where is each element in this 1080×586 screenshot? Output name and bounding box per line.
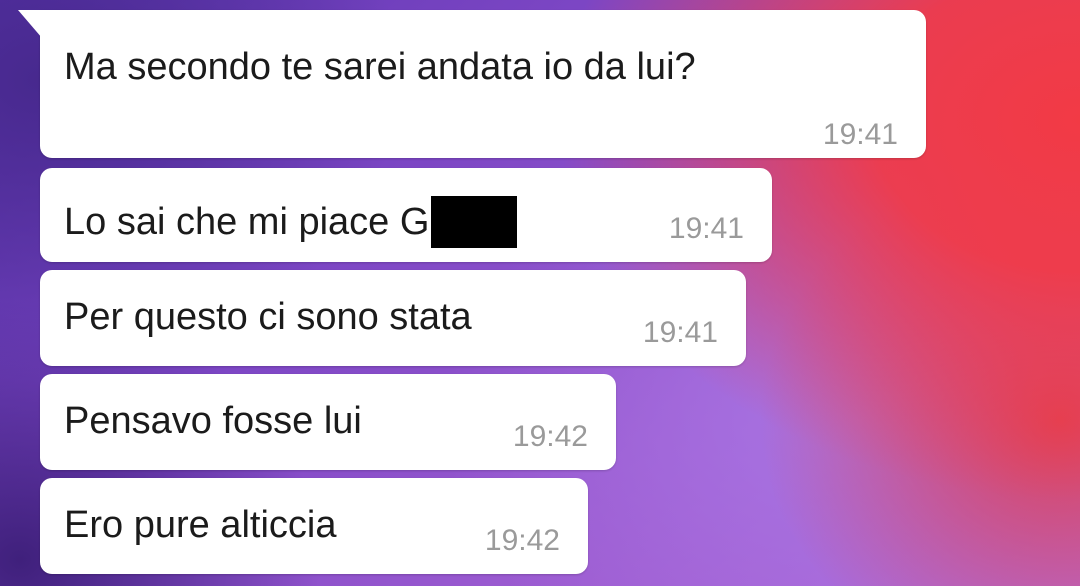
message-text: Lo sai che mi piace G [64,196,518,248]
message-timestamp: 19:41 [642,316,718,349]
message-text: Pensavo fosse lui [64,400,362,442]
message-text: Ma secondo te sarei andata io da lui? [64,46,696,88]
message-timestamp: 19:41 [668,212,744,245]
message-bubble[interactable]: Lo sai che mi piace G 19:41 [40,168,772,262]
message-bubble[interactable]: Pensavo fosse lui 19:42 [40,374,616,470]
chat-conversation: Ma secondo te sarei andata io da lui? 19… [0,0,1080,586]
bubble-tail [18,10,42,38]
message-timestamp: 19:42 [512,420,588,453]
redaction-box [431,196,518,248]
message-bubble[interactable]: Per questo ci sono stata 19:41 [40,270,746,366]
message-text-content: Lo sai che mi piace G [64,201,430,243]
message-text: Per questo ci sono stata [64,296,472,338]
message-bubble[interactable]: Ero pure alticcia 19:42 [40,478,588,574]
message-text: Ero pure alticcia [64,504,337,546]
message-timestamp: 19:41 [822,118,898,151]
message-bubble[interactable]: Ma secondo te sarei andata io da lui? 19… [18,10,926,158]
message-timestamp: 19:42 [484,524,560,557]
